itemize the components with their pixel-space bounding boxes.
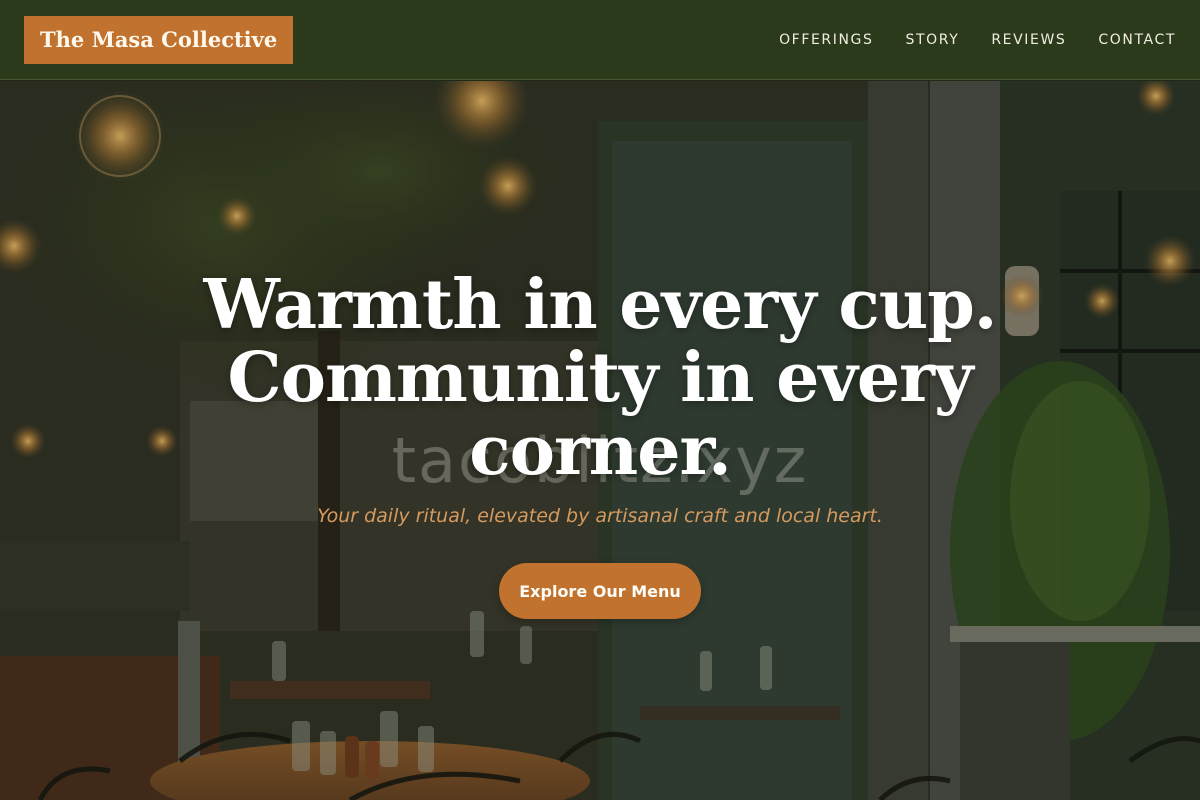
nav-link-story[interactable]: STORY [906,32,960,48]
site-header: The Masa Collective OFFERINGS STORY REVI… [0,0,1200,80]
hero-tagline: Your daily ritual, elevated by artisanal… [317,505,883,527]
nav-link-contact[interactable]: CONTACT [1098,32,1176,48]
site-logo[interactable]: The Masa Collective [24,16,294,64]
hero-section: tacoblitz.xyz Warmth in every cup. Commu… [0,81,1200,800]
nav-link-offerings[interactable]: OFFERINGS [779,32,873,48]
explore-menu-button[interactable]: Explore Our Menu [499,563,701,619]
headline-line-3: corner. [469,411,732,491]
headline-line-2: Community in every [227,338,973,418]
main-nav: OFFERINGS STORY REVIEWS CONTACT [747,0,1176,80]
nav-link-reviews[interactable]: REVIEWS [991,32,1066,48]
hero-headline: Warmth in every cup. Community in every … [190,269,1010,488]
headline-line-1: Warmth in every cup. [203,265,998,345]
